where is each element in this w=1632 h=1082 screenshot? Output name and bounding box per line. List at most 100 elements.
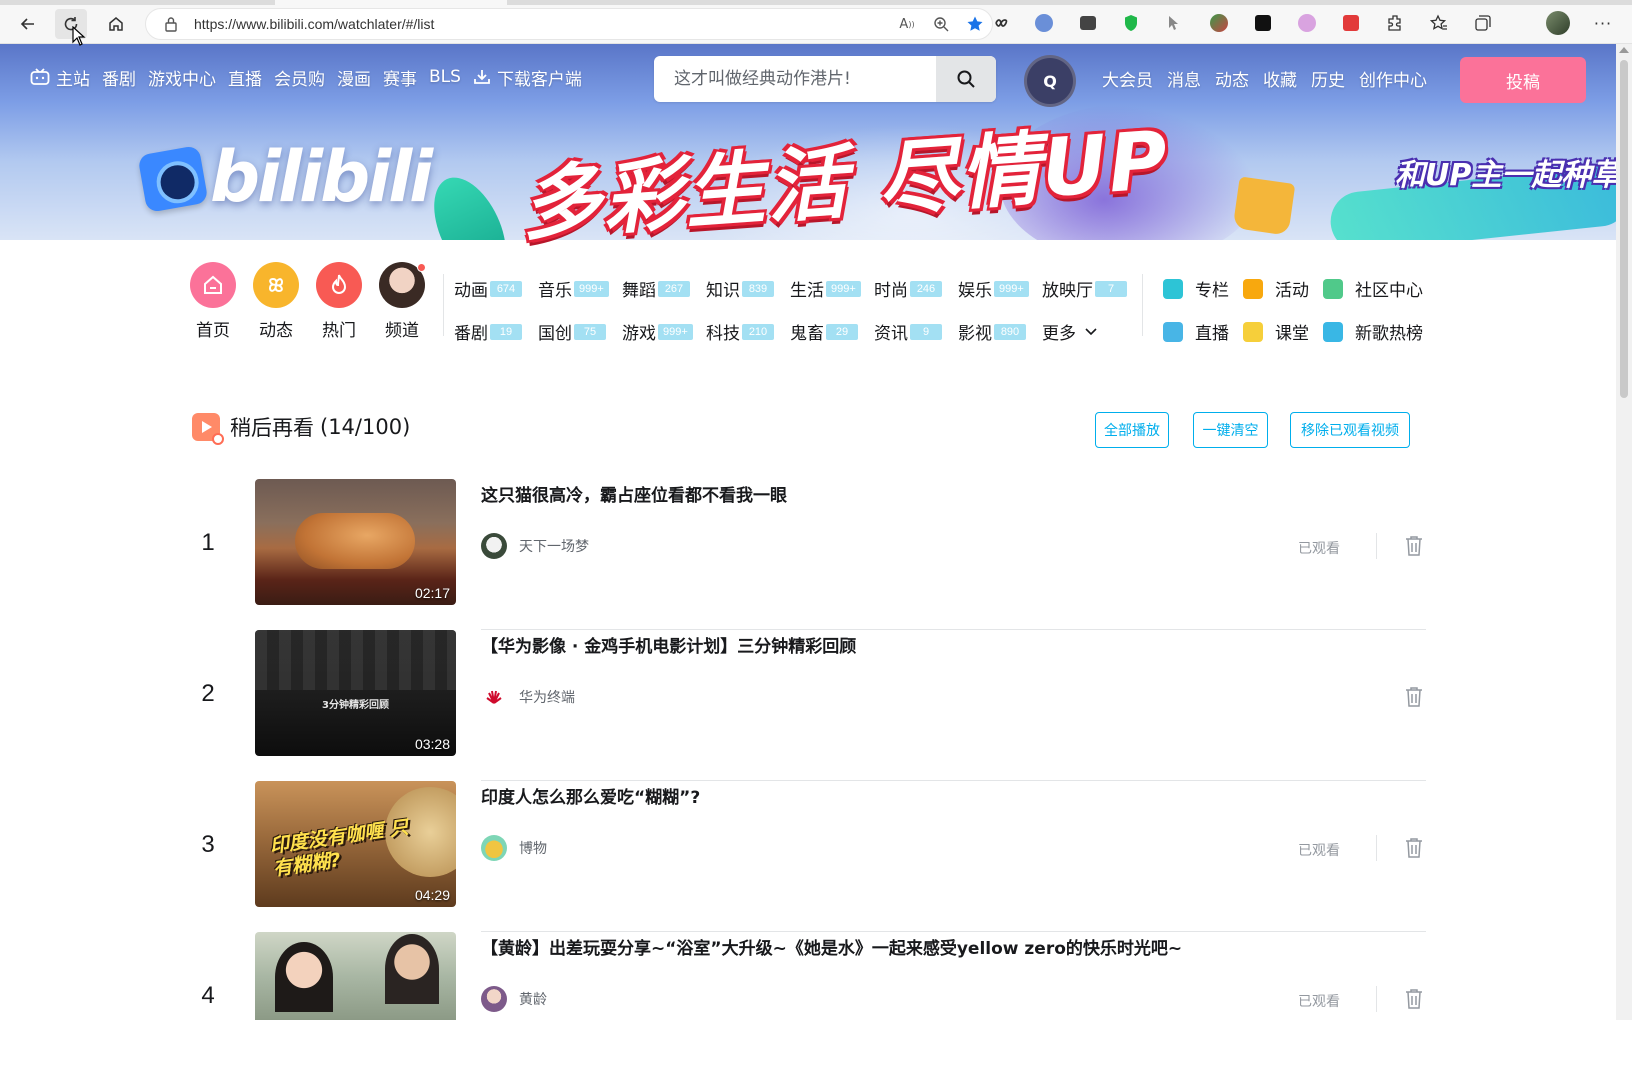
item-index: 3 [201, 831, 215, 858]
nav-shop[interactable]: 会员购 [274, 65, 325, 90]
link-column[interactable]: 专栏 [1163, 276, 1229, 301]
list-item[interactable]: 1 02:17 这只猫很高冷，霸占座位看都不看我一眼 天下一场梦 已观看 [186, 479, 1426, 630]
category-entertainment[interactable]: 娱乐 999+ [958, 276, 1029, 301]
search-input[interactable] [674, 69, 944, 89]
video-thumbnail[interactable]: 02:17 [255, 479, 456, 605]
link-live[interactable]: 直播 [1163, 319, 1229, 344]
play-all-button[interactable]: 全部播放 [1095, 412, 1169, 448]
nav-label: 下载客户端 [496, 69, 582, 90]
quick-link-hot[interactable]: 热门 [314, 262, 364, 341]
nav-favorites[interactable]: 收藏 [1263, 66, 1297, 91]
user-avatar[interactable]: Q [1024, 55, 1076, 107]
clear-all-button[interactable]: 一键清空 [1193, 412, 1268, 448]
puzzle-extensions-icon[interactable] [1384, 12, 1406, 34]
link-community[interactable]: 社区中心 [1323, 276, 1423, 301]
tampermonkey-extension-icon[interactable] [1252, 12, 1274, 34]
url-text[interactable]: https://www.bilibili.com/watchlater/#/li… [194, 16, 890, 32]
more-menu-icon[interactable]: ··· [1592, 12, 1614, 34]
dice-extension-icon[interactable] [1340, 12, 1362, 34]
favorites-icon[interactable] [1428, 12, 1450, 34]
category-tech[interactable]: 科技 210 [706, 319, 774, 344]
home-button[interactable] [100, 9, 132, 39]
video-title[interactable]: 【黄龄】出差玩耍分享~“浴室”大升级~《她是水》一起来感受yellow zero… [481, 934, 1182, 959]
remove-watched-button[interactable]: 移除已观看视频 [1290, 412, 1410, 448]
video-title[interactable]: 这只猫很高冷，霸占座位看都不看我一眼 [481, 481, 787, 506]
delete-button[interactable] [1404, 535, 1424, 557]
list-item[interactable]: 3 印度没有咖喱 只有糊糊? 04:29 印度人怎么那么爱吃“糊糊”? 博物 已… [186, 781, 1426, 932]
active-tab[interactable] [275, 0, 507, 5]
read-aloud-icon[interactable]: A)) [890, 17, 924, 32]
video-title[interactable]: 【华为影像 · 金鸡手机电影计划】三分钟精彩回顾 [481, 632, 856, 657]
zoom-icon[interactable] [924, 16, 958, 32]
category-knowledge[interactable]: 知识 839 [706, 276, 774, 301]
nav-live[interactable]: 直播 [228, 65, 262, 90]
quick-link-channel[interactable]: 频道 [377, 262, 427, 341]
notification-dot [417, 263, 426, 272]
link-activity[interactable]: 活动 [1243, 276, 1309, 301]
camera-extension-icon[interactable] [1077, 12, 1099, 34]
back-button[interactable] [12, 9, 44, 39]
category-count: 19 [490, 323, 522, 340]
video-thumbnail[interactable]: 印度没有咖喱 只有糊糊? 04:29 [255, 781, 456, 907]
face-extension-icon[interactable] [1296, 12, 1318, 34]
bilibili-logo[interactable]: bilibili [210, 136, 433, 218]
search-button[interactable] [936, 56, 996, 102]
nav-history[interactable]: 历史 [1311, 66, 1345, 91]
globe-extension-icon[interactable] [1208, 12, 1230, 34]
scrollbar-thumb[interactable] [1620, 60, 1628, 398]
category-theater[interactable]: 放映厅 7 [1042, 276, 1127, 301]
nav-bangumi[interactable]: 番剧 [102, 65, 136, 90]
collections-icon[interactable] [1472, 12, 1494, 34]
page-scrollbar[interactable] [1616, 44, 1632, 1020]
favorite-star-icon[interactable] [958, 15, 992, 33]
uploader[interactable]: 天下一场梦 [481, 533, 589, 559]
video-title[interactable]: 印度人怎么那么爱吃“糊糊”? [481, 783, 700, 808]
category-life[interactable]: 生活 999+ [790, 276, 861, 301]
link-classroom[interactable]: 课堂 [1243, 319, 1309, 344]
category-animation[interactable]: 动画 674 [454, 276, 522, 301]
watched-status: 已观看 [1298, 994, 1340, 1010]
nav-creator-center[interactable]: 创作中心 [1359, 66, 1427, 91]
category-dance[interactable]: 舞蹈 267 [622, 276, 690, 301]
profile-avatar-icon[interactable] [1546, 11, 1570, 35]
nav-vip[interactable]: 大会员 [1102, 66, 1153, 91]
cursor-extension-icon[interactable] [1163, 12, 1185, 34]
list-item[interactable]: 2 3分钟精彩回顾 03:28 【华为影像 · 金鸡手机电影计划】三分钟精彩回顾… [186, 630, 1426, 781]
category-kichiku[interactable]: 鬼畜 29 [790, 319, 858, 344]
category-music[interactable]: 音乐 999+ [538, 276, 609, 301]
list-item[interactable]: 4 【黄龄】出差玩耍分享~“浴室”大升级~《她是水》一起来感受yellow ze… [186, 932, 1426, 1082]
link-new-songs[interactable]: 新歌热榜 [1323, 319, 1423, 344]
address-bar[interactable]: https://www.bilibili.com/watchlater/#/li… [145, 8, 993, 40]
quick-link-home[interactable]: 首页 [188, 262, 238, 341]
shield-extension-icon[interactable] [1120, 12, 1142, 34]
delete-button[interactable] [1404, 988, 1424, 1010]
nav-match[interactable]: 赛事 [383, 65, 417, 90]
category-name: 舞蹈 [622, 281, 656, 301]
nav-dynamics[interactable]: 动态 [1215, 66, 1249, 91]
more-categories-button[interactable]: 更多 [1042, 319, 1098, 344]
nav-main-station[interactable]: 主站 [30, 65, 90, 90]
upload-button[interactable]: 投稿 [1460, 57, 1586, 103]
nav-messages[interactable]: 消息 [1167, 66, 1201, 91]
delete-button[interactable] [1404, 837, 1424, 859]
category-guochuang[interactable]: 国创 75 [538, 319, 606, 344]
quick-link-dynamics[interactable]: 动态 [251, 262, 301, 341]
scroll-up-arrow-icon[interactable] [1619, 47, 1629, 53]
video-thumbnail[interactable] [255, 932, 456, 1020]
uploader[interactable]: 黄龄 [481, 986, 547, 1012]
nav-game-center[interactable]: 游戏中心 [148, 65, 216, 90]
delete-button[interactable] [1404, 686, 1424, 708]
nav-download-client[interactable]: 下载客户端 [473, 65, 582, 90]
video-thumbnail[interactable]: 3分钟精彩回顾 03:28 [255, 630, 456, 756]
category-fashion[interactable]: 时尚 246 [874, 276, 942, 301]
infinity-extension-icon[interactable] [990, 12, 1012, 34]
nav-bls[interactable]: BLS [429, 67, 461, 87]
category-film[interactable]: 影视 890 [958, 319, 1026, 344]
uploader[interactable]: 华为终端 [481, 684, 575, 710]
uploader[interactable]: 博物 [481, 835, 547, 861]
translate-extension-icon[interactable] [1033, 12, 1055, 34]
category-news[interactable]: 资讯 9 [874, 319, 942, 344]
category-game[interactable]: 游戏 999+ [622, 319, 693, 344]
category-bangumi[interactable]: 番剧 19 [454, 319, 522, 344]
nav-manga[interactable]: 漫画 [337, 65, 371, 90]
